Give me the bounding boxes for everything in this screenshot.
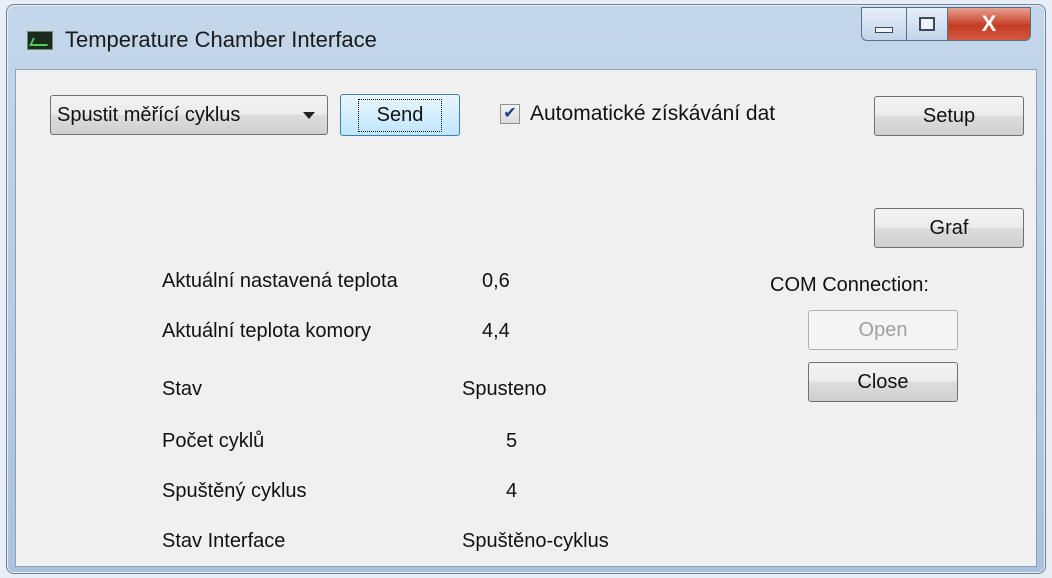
maximize-icon [919, 17, 935, 31]
app-icon [27, 31, 53, 50]
auto-data-checkbox[interactable]: ✔ Automatické získávání dat [500, 102, 775, 126]
running-cycle-value: 4 [506, 480, 518, 502]
auto-data-label: Automatické získávání dat [530, 102, 776, 125]
interface-state-value: Spuštěno-cyklus [462, 530, 609, 552]
set-temperature-value: 0,6 [482, 270, 510, 292]
state-value: Spusteno [462, 378, 547, 400]
app-window: Temperature Chamber Interface X Spustit … [6, 4, 1046, 574]
maximize-button[interactable] [907, 7, 948, 41]
setup-button-label: Setup [922, 104, 976, 127]
close-button-label: Close [857, 370, 909, 393]
graph-button[interactable]: Graf [874, 208, 1024, 248]
checkmark-icon: ✔ [503, 105, 517, 122]
interface-state-label: Stav Interface [162, 530, 286, 552]
chamber-temperature-value: 4,4 [482, 320, 510, 342]
set-temperature-label: Aktuální nastavená teplota [162, 270, 398, 292]
command-select[interactable]: Spustit měřící cyklus [50, 95, 328, 135]
title-bar[interactable]: Temperature Chamber Interface X [7, 5, 1045, 69]
graph-button-label: Graf [929, 216, 969, 239]
minimize-button[interactable] [861, 7, 907, 41]
send-button-label: Send [357, 98, 443, 132]
close-icon: X [981, 11, 997, 36]
checkbox-box[interactable]: ✔ [500, 104, 520, 124]
open-button-label: Open [858, 318, 908, 341]
open-button[interactable]: Open [808, 310, 958, 350]
cycle-count-value: 5 [506, 430, 518, 452]
command-select-value: Spustit měřící cyklus [57, 104, 241, 126]
chevron-down-icon [303, 112, 315, 119]
com-connection-label: COM Connection: [770, 274, 929, 296]
close-button[interactable]: Close [808, 362, 958, 402]
chamber-temperature-label: Aktuální teplota komory [162, 320, 371, 342]
minimize-icon [875, 27, 893, 33]
close-window-button[interactable]: X [948, 7, 1031, 41]
window-title: Temperature Chamber Interface [65, 27, 377, 52]
cycle-count-label: Počet cyklů [162, 430, 265, 452]
state-label: Stav [162, 378, 203, 400]
running-cycle-label: Spuštěný cyklus [162, 480, 307, 502]
send-button[interactable]: Send [340, 94, 460, 136]
setup-button[interactable]: Setup [874, 96, 1024, 136]
caption-buttons: X [861, 7, 1031, 41]
client-area: Spustit měřící cyklus Send ✔ Automatické… [15, 69, 1037, 567]
